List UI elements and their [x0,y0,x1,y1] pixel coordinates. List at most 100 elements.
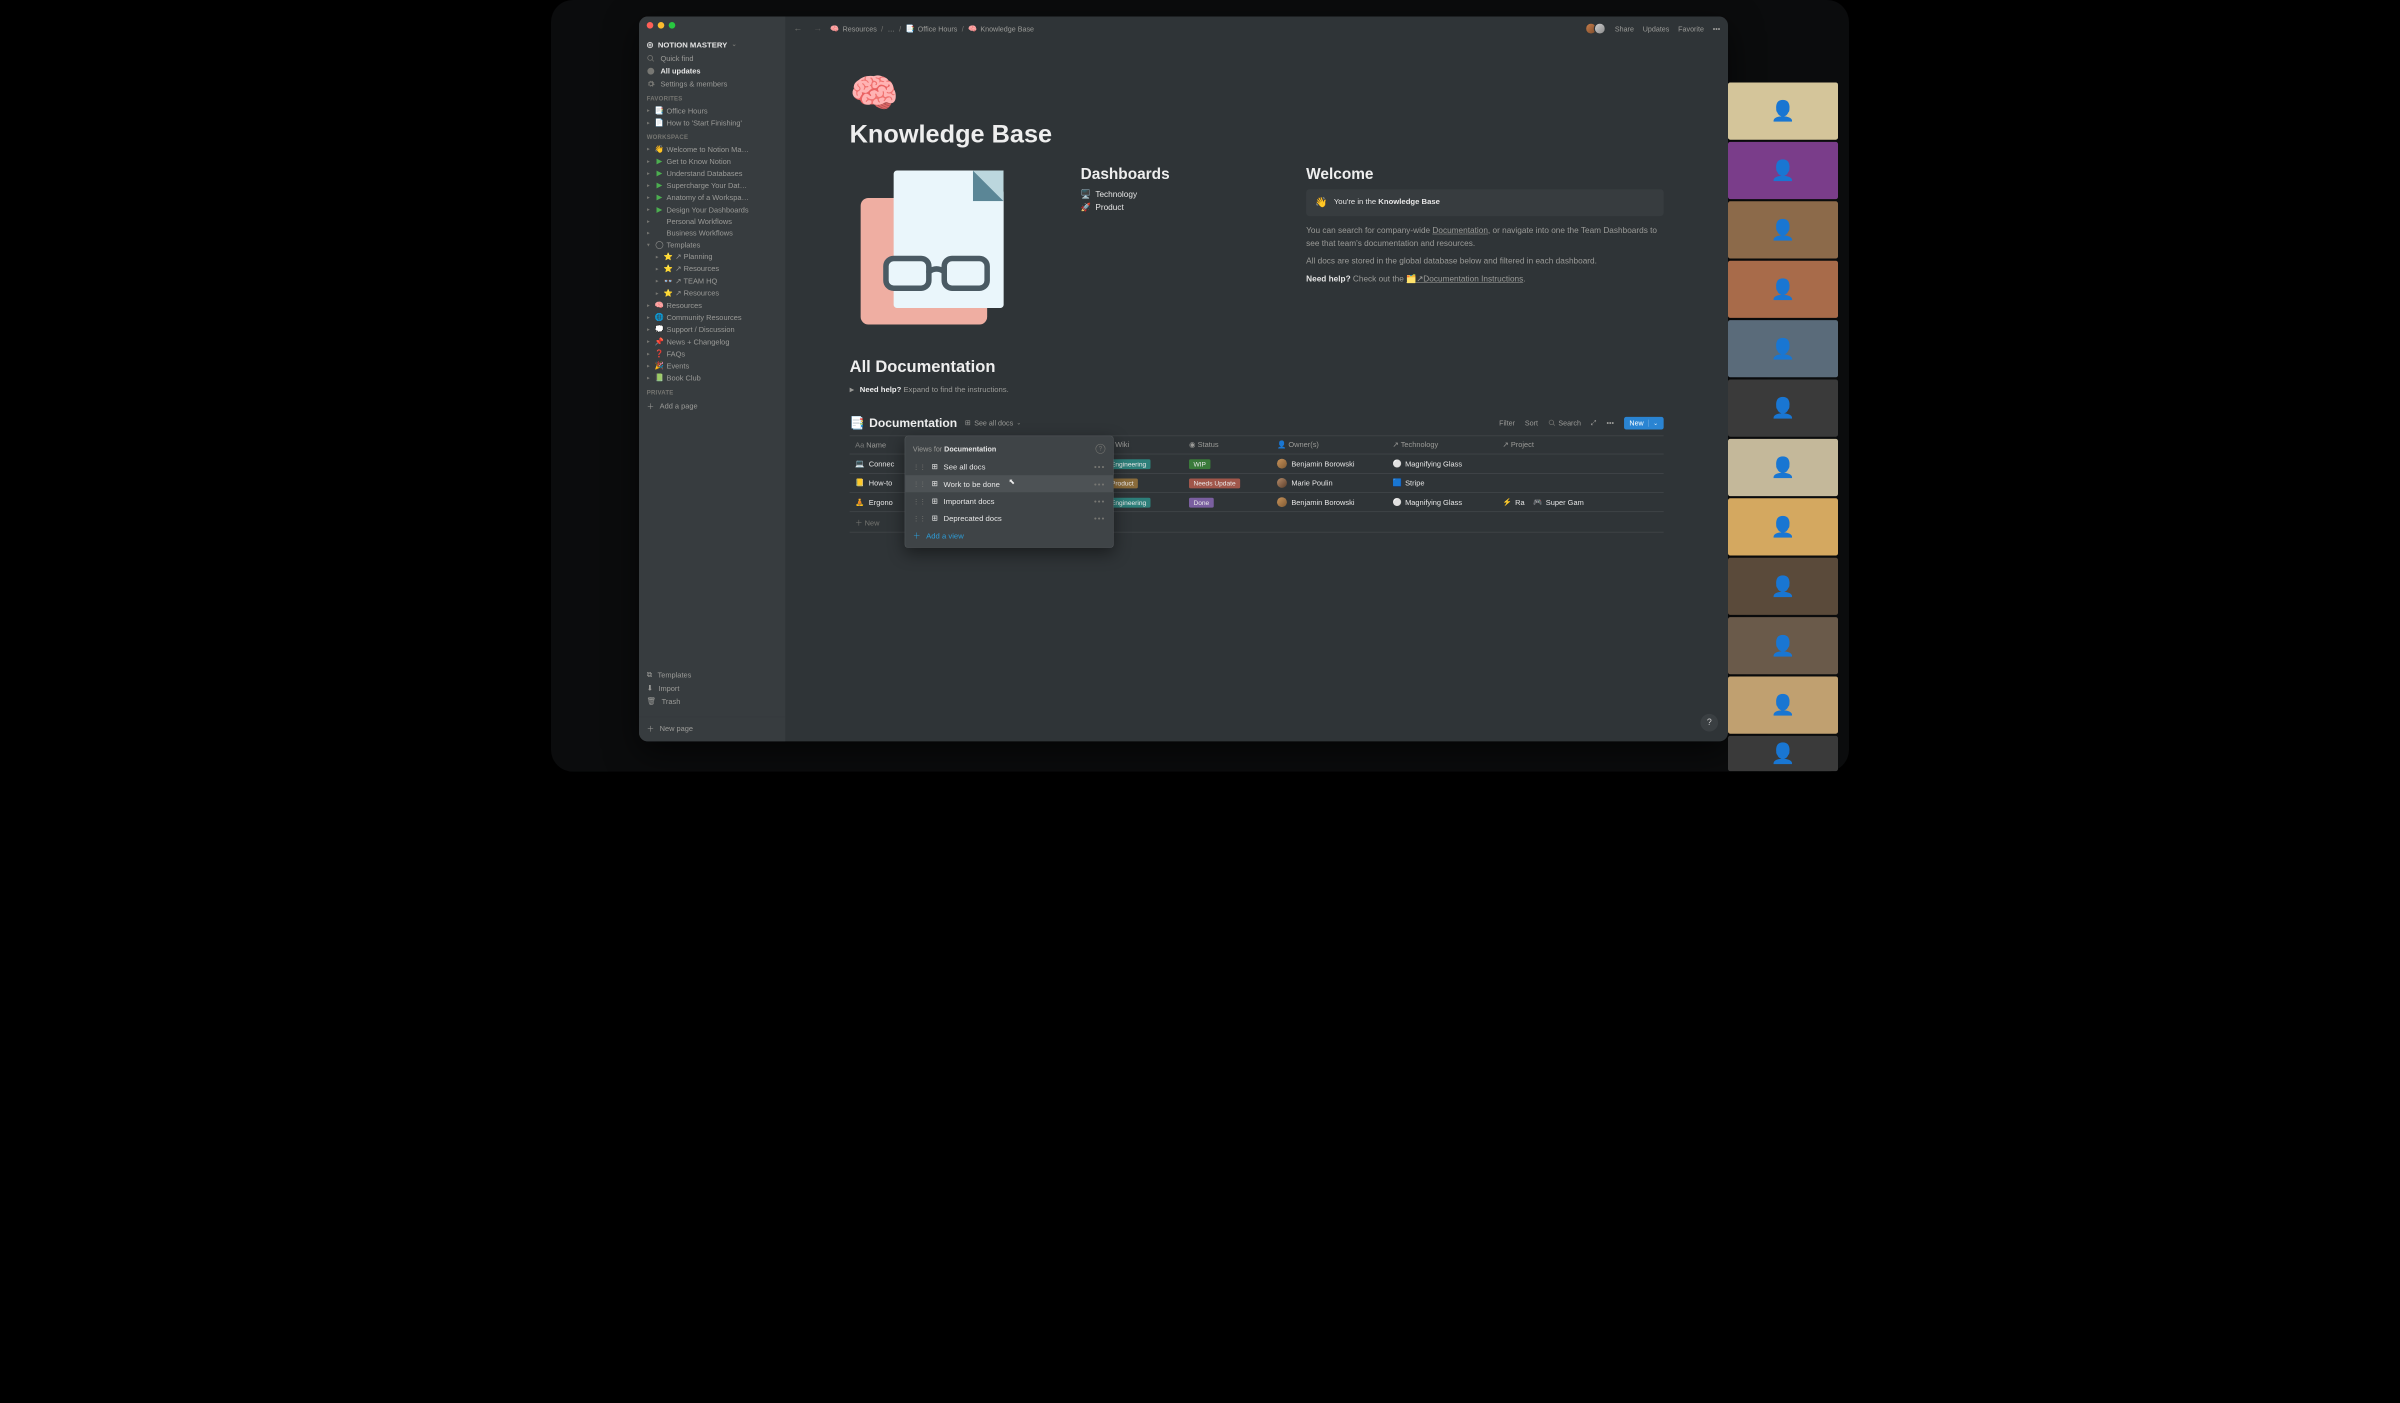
sidebar-subitem[interactable]: ▸ ⭐ ↗ Resources [648,263,786,275]
video-participant-tile[interactable]: 👤 [1728,617,1838,674]
sidebar-item[interactable]: ▸ ▶ Get to Know Notion [639,155,785,167]
video-participant-tile[interactable]: 👤 [1728,677,1838,734]
drag-handle-icon[interactable]: ⋮⋮ [913,480,926,488]
main-area: ← → 🧠Resources/…/📑Office Hours/🧠Knowledg… [785,17,1728,742]
db-expand-button[interactable]: ⤢ [1591,419,1597,428]
triangle-right-icon: ▸ [653,290,661,296]
presence-avatars[interactable] [1588,23,1606,35]
glasses-icon [882,248,992,298]
breadcrumb-item[interactable]: 🧠Resources [830,24,876,33]
drag-handle-icon[interactable]: ⋮⋮ [913,497,926,505]
help-icon[interactable]: ? [1096,444,1106,454]
views-popover: Views for Documentation ? ⋮⋮ ⊞ See all d… [905,436,1114,548]
col-project[interactable]: ↗ Project [1497,436,1664,454]
sidebar-item[interactable]: ▸ 🌐 Community Resources [639,311,785,323]
favorite-item[interactable]: ▸ 📄 How to 'Start Finishing' [639,117,785,129]
sidebar-item[interactable]: ▸ Business Workflows [639,227,785,239]
share-button[interactable]: Share [1615,24,1634,32]
sidebar-item[interactable]: ▸ ▶ Anatomy of a Workspa… [639,191,785,203]
sidebar-item[interactable]: ▸ Personal Workflows [639,216,785,228]
favorite-item[interactable]: ▸ 📑 Office Hours [639,105,785,117]
table-icon: ⊞ [932,479,938,488]
window-close-button[interactable] [647,22,654,29]
sidebar-item[interactable]: ▾ ◯ Templates [639,239,785,251]
breadcrumb-item[interactable]: 🧠Knowledge Base [968,24,1034,33]
views-popover-item[interactable]: ⋮⋮ ⊞ Important docs ••• [905,492,1113,509]
more-icon[interactable]: ••• [1094,479,1105,488]
db-title[interactable]: 📑 Documentation [850,416,958,430]
more-icon[interactable]: ••• [1094,496,1105,505]
more-button[interactable]: ••• [1713,24,1721,32]
sidebar-item[interactable]: ▸ 💭 Support / Discussion [639,323,785,335]
drag-handle-icon[interactable]: ⋮⋮ [913,514,926,522]
video-participant-tile[interactable]: 👤 [1728,261,1838,318]
video-participant-tile[interactable]: 👤 [1728,380,1838,437]
video-participant-tile[interactable]: 👤 [1728,142,1838,199]
sidebar-new-page[interactable]: ＋New page [639,717,785,736]
video-participant-tile[interactable]: 👤 [1728,83,1838,140]
col-tech[interactable]: ↗ Technology [1387,436,1497,454]
db-new-button[interactable]: New⌄ [1624,417,1664,430]
more-icon[interactable]: ••• [1094,462,1105,471]
views-popover-item[interactable]: ⋮⋮ ⊞ Deprecated docs ••• [905,509,1113,526]
sidebar-import[interactable]: ⬇Import [639,681,785,694]
db-filter-button[interactable]: Filter [1499,419,1515,427]
sidebar-item[interactable]: ▸ ▶ Design Your Dashboards [639,204,785,216]
sidebar-add-page[interactable]: ＋ Add a page [639,398,785,413]
col-status[interactable]: ◉ Status [1184,436,1272,454]
all-updates[interactable]: All updates [639,65,785,78]
col-owners[interactable]: 👤 Owner(s) [1272,436,1388,454]
sidebar-item[interactable]: ▸ ❓ FAQs [639,348,785,360]
help-toggle[interactable]: ▶ Need help? Expand to find the instruct… [850,385,1664,394]
sidebar-item[interactable]: ▸ 🎉 Events [639,360,785,372]
sidebar-item[interactable]: ▸ ▶ Understand Databases [639,167,785,179]
updates-button[interactable]: Updates [1643,24,1670,32]
help-fab[interactable]: ? [1701,714,1719,732]
sidebar-templates[interactable]: ⧉Templates [639,668,785,681]
views-popover-item[interactable]: ⋮⋮ ⊞ See all docs ••• [905,458,1113,475]
video-participant-tile[interactable]: 👤 [1728,498,1838,555]
dashboard-link[interactable]: 🖥️Technology [1081,189,1285,199]
page-emoji[interactable]: 🧠 [850,74,1664,114]
video-participant-tile[interactable]: 👤 [1728,320,1838,377]
video-participant-tile[interactable]: 👤 [1728,736,1838,771]
video-participant-tile[interactable]: 👤 [1728,558,1838,615]
dashboard-link[interactable]: 🚀Product [1081,202,1285,212]
sidebar-trash[interactable]: 🗑Trash [639,695,785,708]
quick-find[interactable]: Quick find [639,52,785,65]
sidebar-item[interactable]: ▸ 📌 News + Changelog [639,336,785,348]
sidebar-item[interactable]: ▸ 📗 Book Club [639,372,785,384]
favorite-button[interactable]: Favorite [1678,24,1704,32]
sidebar-item[interactable]: ▸ 👋 Welcome to Notion Ma… [639,143,785,155]
nav-forward-button[interactable]: → [811,24,825,34]
sidebar-item[interactable]: ▸ ▶ Supercharge Your Dat… [639,179,785,191]
breadcrumb-item[interactable]: … [888,24,895,32]
views-add-view[interactable]: ＋ Add a view [905,526,1113,545]
cursor-icon: ⬉ [1009,477,1015,486]
documentation-link[interactable]: Documentation [1432,226,1487,235]
sidebar-item[interactable]: ▸ 🧠 Resources [639,299,785,311]
db-search-button[interactable]: Search [1548,419,1581,427]
drag-handle-icon[interactable]: ⋮⋮ [913,463,926,471]
views-popover-heading: Views for Documentation ? [905,439,1113,458]
db-more-button[interactable]: ••• [1607,419,1615,427]
video-participant-tile[interactable]: 👤 [1728,201,1838,258]
window-maximize-button[interactable] [669,22,676,29]
search-icon [1548,419,1556,427]
page-title[interactable]: Knowledge Base [850,119,1664,149]
sidebar-subitem[interactable]: ▸ 👓 ↗ TEAM HQ [648,275,786,287]
triangle-icon: ▸ [645,375,653,381]
window-minimize-button[interactable] [658,22,665,29]
video-participant-tile[interactable]: 👤 [1728,439,1838,496]
table-icon: ⊞ [965,419,971,428]
nav-back-button[interactable]: ← [791,24,805,34]
sidebar-subitem[interactable]: ▸ ⭐ ↗ Planning [648,251,786,263]
sidebar-subitem[interactable]: ▸ ⭐ ↗ Resources [648,287,786,299]
settings-members[interactable]: Settings & members [639,78,785,91]
doc-instructions-link[interactable]: 🗂️↗Documentation Instructions [1406,274,1523,283]
db-sort-button[interactable]: Sort [1525,419,1538,427]
more-icon[interactable]: ••• [1094,513,1105,522]
breadcrumb-item[interactable]: 📑Office Hours [906,24,958,33]
db-view-switcher[interactable]: ⊞ See all docs ⌄ [965,419,1021,428]
workspace-switcher[interactable]: ◎ NOTION MASTERY ⌄ [639,36,785,52]
